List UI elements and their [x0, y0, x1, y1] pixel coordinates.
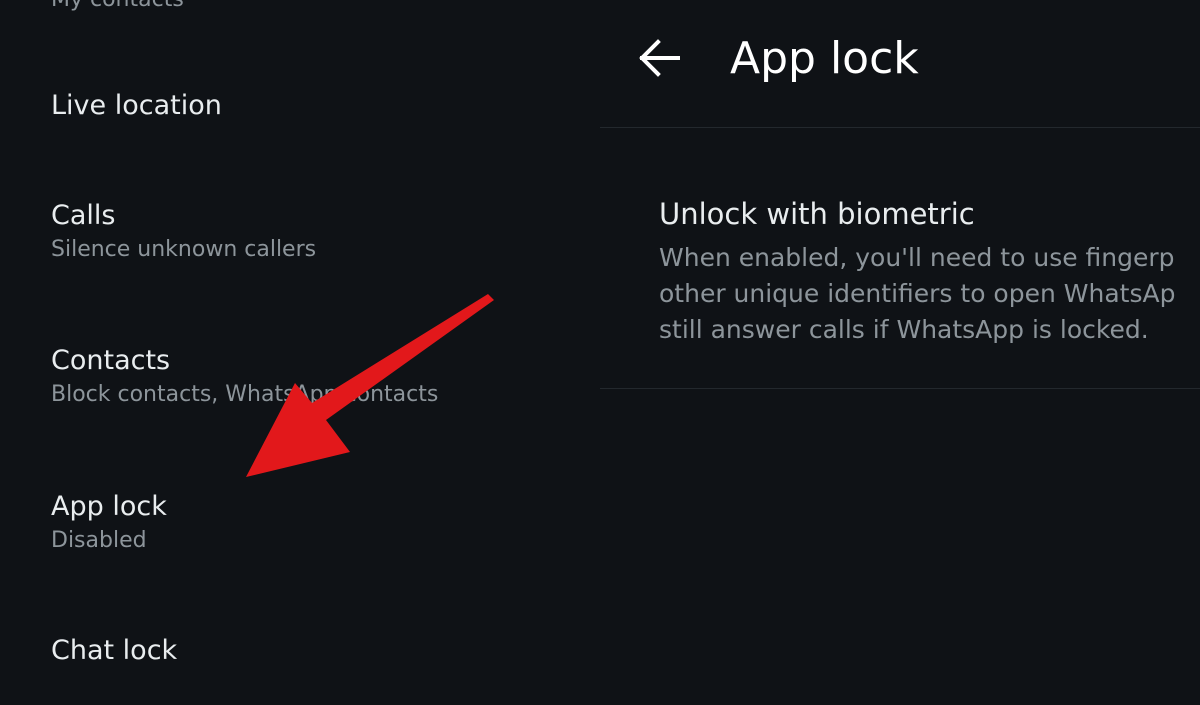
- option-title: Unlock with biometric: [659, 197, 975, 231]
- setting-item-contacts[interactable]: Contacts Block contacts, WhatsApp contac…: [51, 345, 571, 409]
- setting-title: Contacts: [51, 345, 171, 376]
- option-description: When enabled, you'll need to use fingerp…: [659, 240, 1200, 348]
- page-title: App lock: [730, 33, 919, 84]
- option-description-line: When enabled, you'll need to use fingerp: [659, 243, 1175, 272]
- setting-subtitle: Silence unknown callers: [51, 237, 317, 262]
- setting-item-chat-lock[interactable]: Chat lock: [51, 635, 571, 667]
- option-divider: [600, 388, 1200, 389]
- setting-item-live-location[interactable]: Live location: [51, 90, 571, 122]
- unlock-with-biometric-option[interactable]: Unlock with biometric When enabled, you'…: [600, 128, 1200, 388]
- option-description-line: other unique identifiers to open WhatsAp: [659, 279, 1176, 308]
- setting-subtitle: Block contacts, WhatsApp contacts: [51, 382, 439, 407]
- setting-title: Calls: [51, 200, 116, 231]
- setting-subtitle: Disabled: [51, 528, 147, 553]
- setting-title: Live location: [51, 90, 222, 121]
- settings-list: My contacts Live location Calls Silence …: [0, 0, 600, 705]
- app-lock-screen: App lock Unlock with biometric When enab…: [600, 0, 1200, 705]
- setting-item-calls[interactable]: Calls Silence unknown callers: [51, 200, 571, 264]
- setting-title: Chat lock: [51, 635, 178, 666]
- back-button[interactable]: [636, 34, 686, 84]
- arrow-left-icon: [639, 39, 680, 77]
- setting-item-app-lock[interactable]: App lock Disabled: [51, 491, 571, 555]
- cut-off-subtitle: My contacts: [51, 0, 184, 14]
- option-description-line: still answer calls if WhatsApp is locked…: [659, 315, 1149, 344]
- setting-title: App lock: [51, 491, 167, 522]
